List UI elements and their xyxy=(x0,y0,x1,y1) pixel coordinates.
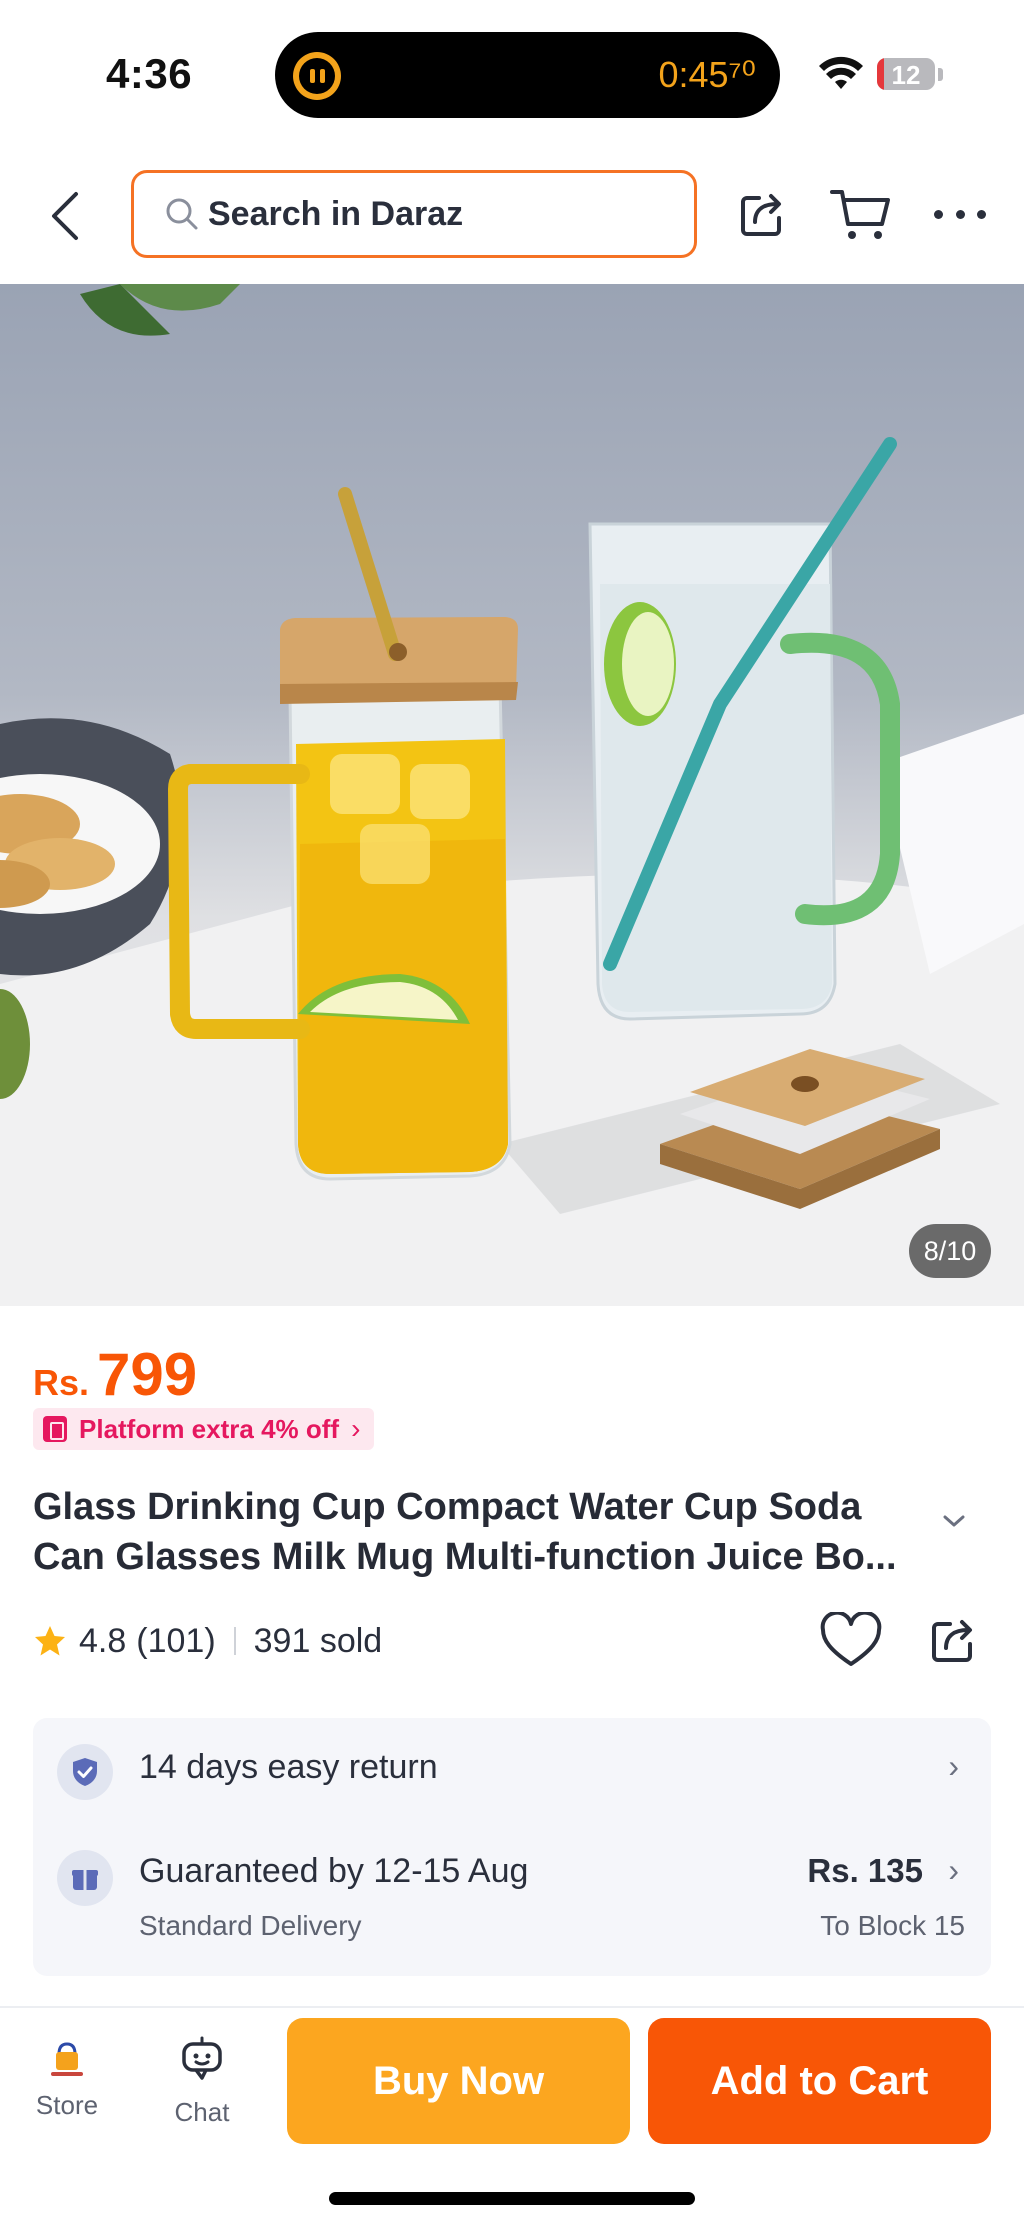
share-icon[interactable] xyxy=(737,188,789,240)
return-policy-text: 14 days easy return xyxy=(139,1748,438,1786)
stopwatch-icon xyxy=(293,52,341,100)
sold-count: 391 sold xyxy=(253,1621,383,1660)
services-card: 14 days easy return › Guaranteed by 12-1… xyxy=(33,1718,991,1976)
return-policy-row[interactable]: 14 days easy return › xyxy=(33,1718,991,1828)
gift-icon xyxy=(57,1850,113,1906)
rating-value: 4.8 xyxy=(79,1621,127,1660)
stopwatch-time: 0:45⁷⁰ xyxy=(658,54,756,95)
buy-now-button[interactable]: Buy Now xyxy=(287,2018,630,2144)
cart-icon[interactable] xyxy=(830,186,892,242)
delivery-price: Rs. 135 xyxy=(807,1852,923,1889)
price-amount: 799 xyxy=(97,1341,198,1408)
home-indicator[interactable] xyxy=(329,2192,695,2205)
promo-badge[interactable]: Platform extra 4% off › xyxy=(33,1408,375,1450)
product-price: Rs. 799 xyxy=(33,1340,197,1409)
chevron-right-icon: › xyxy=(948,1748,959,1784)
delivery-destination: To Block 15 xyxy=(820,1910,965,1941)
status-bar: 4:36 0:45⁷⁰ 12 xyxy=(0,0,1024,150)
battery-tip xyxy=(938,68,943,81)
delivery-row[interactable]: Guaranteed by 12-15 Aug Standard Deliver… xyxy=(33,1828,991,1976)
dynamic-island[interactable]: 0:45⁷⁰ xyxy=(275,32,780,118)
battery-icon: 12 xyxy=(877,58,935,90)
chevron-right-icon: › xyxy=(351,1413,361,1444)
search-placeholder: Search in Daraz xyxy=(208,194,464,233)
promo-text: Platform extra 4% off xyxy=(79,1413,340,1444)
product-image[interactable]: 8/10 xyxy=(0,284,1024,1306)
chevron-right-icon: › xyxy=(948,1852,959,1888)
chevron-down-icon[interactable] xyxy=(940,1512,968,1530)
store-button[interactable]: Store xyxy=(12,2036,122,2121)
store-logo xyxy=(45,2036,89,2080)
delivery-type: Standard Delivery xyxy=(139,1910,362,1941)
store-label: Store xyxy=(35,2090,99,2120)
product-title: Glass Drinking Cup Compact Water Cup Sod… xyxy=(33,1486,897,1578)
back-icon[interactable] xyxy=(42,188,92,244)
chat-button[interactable]: Chat xyxy=(147,2034,257,2128)
add-to-cart-button[interactable]: Add to Cart xyxy=(648,2018,991,2144)
price-currency: Rs. xyxy=(33,1362,90,1403)
wifi-icon xyxy=(819,56,863,89)
star-icon xyxy=(35,1626,65,1656)
status-time: 4:36 xyxy=(106,50,193,97)
shield-icon xyxy=(57,1744,113,1800)
chat-icon xyxy=(182,2036,222,2080)
share-product-icon[interactable] xyxy=(928,1614,980,1666)
rating-row[interactable]: 4.8 (101) 391 sold xyxy=(33,1616,382,1666)
review-count: (101) xyxy=(136,1621,216,1660)
battery-level: 12 xyxy=(891,60,921,90)
nav-bar: Search in Daraz xyxy=(0,150,1024,284)
product-photo xyxy=(0,284,1024,1306)
voucher-icon xyxy=(43,1416,67,1442)
chat-label: Chat xyxy=(174,2097,230,2127)
heart-icon[interactable] xyxy=(820,1612,882,1670)
delivery-date: Guaranteed by 12-15 Aug xyxy=(139,1852,529,1890)
image-counter: 8/10 xyxy=(909,1224,991,1278)
divider xyxy=(233,1627,236,1655)
search-icon xyxy=(166,198,198,230)
more-icon[interactable] xyxy=(934,206,986,222)
search-input[interactable]: Search in Daraz xyxy=(131,170,697,258)
